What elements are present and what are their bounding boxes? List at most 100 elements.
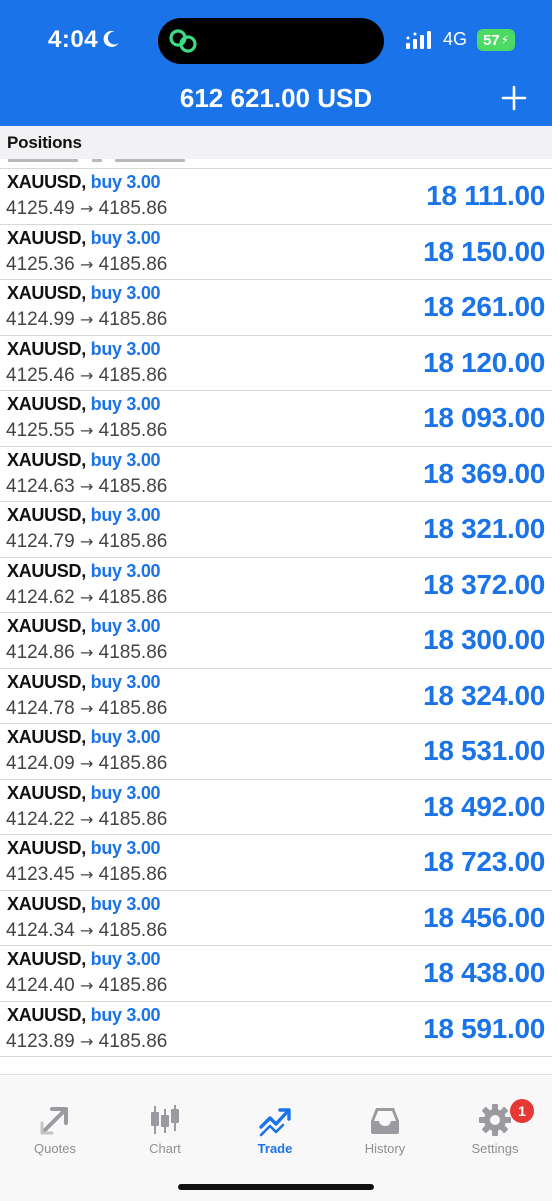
- position-profit: 18 723.00: [423, 846, 545, 877]
- position-side-volume: buy 3.00: [90, 505, 161, 525]
- tab-history[interactable]: History: [330, 1075, 440, 1165]
- position-profit: 18 438.00: [423, 957, 545, 988]
- position-title: XAUUSD, buy 3.00: [7, 339, 161, 360]
- position-profit: 18 324.00: [423, 679, 545, 711]
- position-row[interactable]: XAUUSD, buy 3.00 4124.86 → 4185.86 18 30…: [0, 613, 552, 669]
- network-type: 4G: [443, 29, 468, 49]
- current-price: 4185.86: [98, 864, 168, 885]
- position-side-volume: buy 3.00: [90, 893, 161, 914]
- title-separator: ,: [81, 172, 91, 192]
- position-symbol: XAUUSD: [7, 893, 82, 914]
- position-prices: 4124.99 → 4185.86: [6, 309, 167, 331]
- position-row[interactable]: XAUUSD, buy 3.00 4125.36 → 4185.86 18 15…: [0, 225, 552, 280]
- open-price: 4124.79: [6, 531, 75, 552]
- position-prices: 4125.55 → 4185.86: [6, 420, 167, 442]
- current-price: 4185.86: [98, 475, 168, 497]
- open-price: 4123.89: [6, 1030, 75, 1052]
- new-order-button[interactable]: [496, 80, 532, 116]
- arrow-right-icon: →: [79, 532, 94, 551]
- position-row[interactable]: XAUUSD, buy 3.00 4123.89 → 4185.86 18 59…: [0, 1002, 552, 1057]
- position-symbol: XAUUSD: [7, 671, 82, 692]
- title-separator: ,: [81, 893, 91, 914]
- position-prices: 4124.86 → 4185.86: [6, 642, 167, 664]
- arrow-right-icon: →: [79, 421, 94, 440]
- signal-icon: [406, 31, 431, 49]
- position-side-volume: buy 3.00: [90, 782, 161, 803]
- position-side-volume: buy 3.00: [90, 394, 161, 414]
- position-prices: 4124.62 → 4185.86: [6, 587, 167, 609]
- current-price: 4185.86: [98, 919, 168, 941]
- position-row[interactable]: XAUUSD, buy 3.00 4124.63 → 4185.86 18 36…: [0, 447, 552, 502]
- arrow-right-icon: →: [79, 643, 94, 662]
- quotes-arrow-icon: [40, 1107, 68, 1135]
- position-profit: 18 492.00: [423, 790, 545, 822]
- arrow-right-icon: →: [79, 587, 94, 607]
- current-price: 4185.86: [98, 808, 168, 830]
- position-row[interactable]: XAUUSD, buy 3.00 4125.49 → 4185.86 18 11…: [0, 169, 552, 225]
- tab-chart[interactable]: Chart: [110, 1075, 220, 1165]
- tab-quotes[interactable]: Quotes: [0, 1075, 110, 1165]
- position-side-volume: buy 3.00: [90, 1004, 161, 1025]
- position-symbol: XAUUSD: [7, 505, 82, 525]
- position-profit: 18 372.00: [423, 568, 545, 600]
- position-symbol: XAUUSD: [7, 616, 82, 636]
- positions-section-header: Positions: [0, 126, 552, 159]
- position-row[interactable]: XAUUSD, buy 3.00 4124.79 → 4185.86 18 32…: [0, 502, 552, 558]
- position-row[interactable]: XAUUSD, buy 3.00 4124.40 → 4185.86 18 43…: [0, 946, 552, 1002]
- position-symbol: XAUUSD: [7, 283, 82, 303]
- position-row[interactable]: XAUUSD, buy 3.00 4124.78 → 4185.86 18 32…: [0, 669, 552, 724]
- position-prices: 4124.78 → 4185.86: [6, 698, 167, 720]
- position-row[interactable]: XAUUSD, buy 3.00 4123.45 → 4185.86 18 72…: [0, 835, 552, 891]
- position-side-volume: buy 3.00: [90, 172, 161, 192]
- candlestick-icon: [151, 1105, 179, 1134]
- position-row[interactable]: XAUUSD, buy 3.00 4124.09 → 4185.86 18 53…: [0, 724, 552, 780]
- title-separator: ,: [81, 616, 91, 636]
- tab-label: History: [364, 1141, 406, 1156]
- current-price: 4185.86: [98, 531, 168, 552]
- position-prices: 4123.45 → 4185.86: [6, 864, 167, 886]
- position-symbol: XAUUSD: [7, 782, 82, 803]
- home-indicator: [178, 1184, 374, 1190]
- title-separator: ,: [81, 782, 91, 803]
- open-price: 4124.62: [6, 586, 75, 608]
- position-side-volume: buy 3.00: [90, 727, 161, 747]
- open-price: 4125.55: [6, 420, 75, 441]
- title-separator: ,: [81, 283, 91, 303]
- position-profit: 18 093.00: [423, 402, 545, 433]
- current-price: 4185.86: [98, 697, 168, 719]
- current-price: 4185.86: [98, 364, 168, 386]
- position-row[interactable]: XAUUSD, buy 3.00 4124.34 → 4185.86 18 45…: [0, 891, 552, 946]
- arrow-right-icon: →: [79, 254, 94, 274]
- position-row[interactable]: XAUUSD, buy 3.00 4125.55 → 4185.86 18 09…: [0, 391, 552, 447]
- open-price: 4124.63: [6, 475, 75, 497]
- notification-badge: 1: [510, 1099, 534, 1123]
- tab-label: Trade: [257, 1141, 293, 1156]
- position-symbol: XAUUSD: [7, 560, 82, 581]
- position-title: XAUUSD, buy 3.00: [7, 727, 161, 748]
- position-row[interactable]: XAUUSD, buy 3.00 4124.62 → 4185.86 18 37…: [0, 558, 552, 613]
- position-side-volume: buy 3.00: [90, 449, 161, 470]
- position-title: XAUUSD, buy 3.00: [7, 172, 161, 193]
- position-profit: 18 369.00: [423, 457, 545, 489]
- position-prices: 4124.09 → 4185.86: [6, 753, 167, 775]
- arrow-right-icon: →: [79, 865, 94, 884]
- position-prices: 4125.36 → 4185.86: [6, 254, 167, 276]
- position-profit: 18 531.00: [423, 735, 545, 766]
- arrow-right-icon: →: [79, 976, 94, 995]
- positions-list: XAUUSD, buy 3.00 4125.49 → 4185.86 18 11…: [0, 169, 552, 1057]
- plus-icon: [501, 85, 527, 111]
- battery-icon: 57 ⚡: [477, 29, 515, 51]
- position-row[interactable]: XAUUSD, buy 3.00 4124.99 → 4185.86 18 26…: [0, 280, 552, 336]
- position-profit: 18 591.00: [423, 1012, 545, 1044]
- tab-settings[interactable]: 1 Settings: [440, 1075, 550, 1165]
- tab-trade[interactable]: Trade: [220, 1075, 330, 1165]
- position-title: XAUUSD, buy 3.00: [7, 616, 161, 637]
- position-symbol: XAUUSD: [7, 172, 82, 192]
- position-side-volume: buy 3.00: [90, 283, 161, 303]
- position-row[interactable]: XAUUSD, buy 3.00 4125.46 → 4185.86 18 12…: [0, 336, 552, 391]
- arrow-right-icon: →: [79, 920, 94, 940]
- position-symbol: XAUUSD: [7, 449, 82, 470]
- position-row[interactable]: XAUUSD, buy 3.00 4124.22 → 4185.86 18 49…: [0, 780, 552, 835]
- inbox-tray-icon: [371, 1108, 399, 1134]
- open-price: 4124.09: [6, 753, 75, 774]
